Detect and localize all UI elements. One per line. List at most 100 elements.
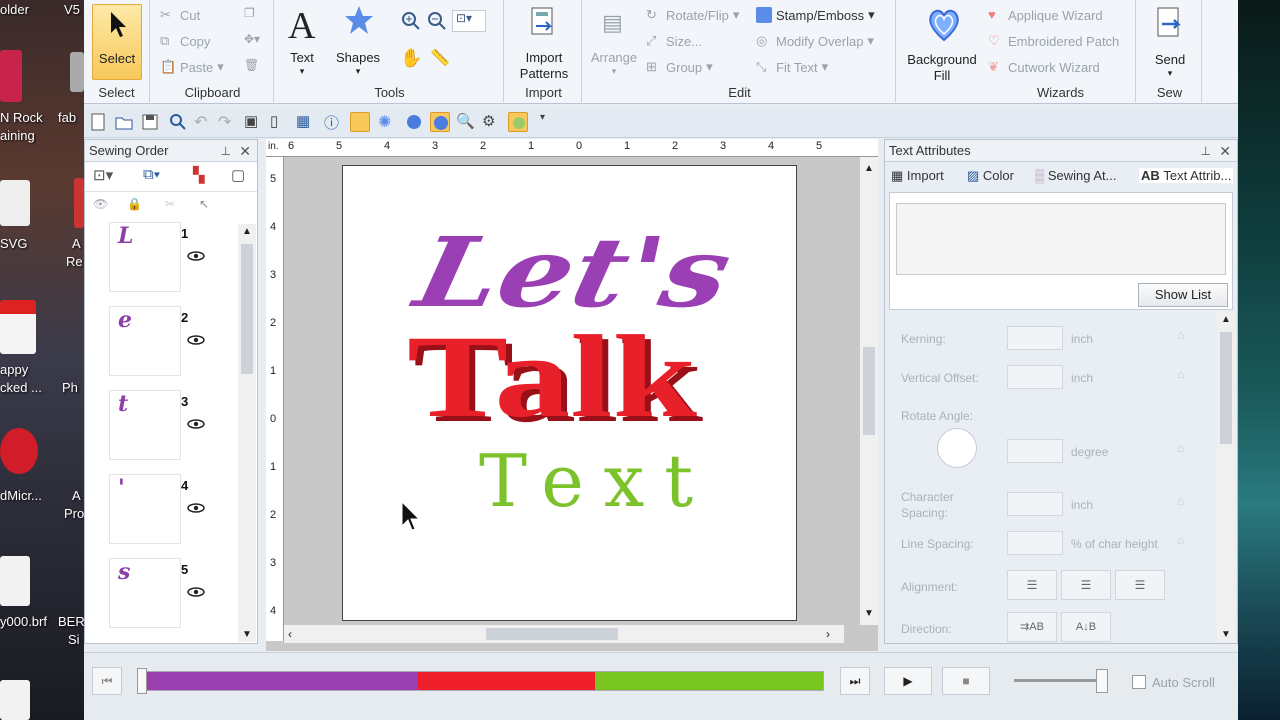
kerning-field[interactable] (1007, 326, 1063, 350)
import-patterns-button[interactable]: Import Patterns (510, 4, 578, 81)
hand-pan-icon[interactable]: ✋ (400, 48, 424, 72)
properties-icon[interactable]: ▦ (296, 112, 316, 132)
chevron-right-icon[interactable]: › (826, 627, 830, 641)
vertical-scrollbar[interactable]: ▲ ▼ (860, 157, 878, 625)
desktop-label[interactable]: A (72, 236, 81, 251)
sewing-order-thumbnail[interactable]: e (109, 306, 181, 376)
desktop-label[interactable]: Re (66, 254, 83, 269)
sort-icon[interactable]: ⧉▾ (143, 166, 160, 183)
desktop-label[interactable]: V5 (64, 2, 80, 17)
file-icon[interactable] (0, 50, 22, 102)
rotate-flip-button[interactable]: ↻ Rotate/Flip ▾ (646, 7, 739, 23)
undo-icon[interactable]: ↶ (194, 112, 214, 132)
visibility-eye-icon[interactable] (187, 334, 205, 345)
lock-icon[interactable]: 🔒 (127, 197, 142, 211)
desktop-label[interactable]: y000.brf (0, 614, 47, 629)
zoom-out-icon[interactable] (426, 10, 448, 32)
go-to-start-button[interactable]: ⏮ (92, 667, 122, 695)
color-sort-icon[interactable]: ▚ (193, 166, 205, 184)
scrollbar[interactable]: ▲ ▼ (238, 224, 256, 642)
text-tool-button[interactable]: A Text ▾ (282, 4, 322, 76)
eye-icon[interactable]: 👁 (93, 197, 108, 211)
new-file-icon[interactable] (88, 112, 108, 132)
file-icon[interactable] (0, 556, 30, 606)
svg-file-icon[interactable] (0, 180, 30, 226)
tab-color[interactable]: ▨ Color (967, 168, 1014, 184)
desktop-label[interactable]: A (72, 488, 81, 503)
line-spacing-field[interactable] (1007, 531, 1063, 555)
sewing-order-thumbnail[interactable]: s (109, 558, 181, 628)
progress-handle[interactable] (137, 668, 147, 694)
desktop-label[interactable]: SVG (0, 236, 27, 251)
fit-text-button[interactable]: ⤡ Fit Text ▾ (756, 59, 828, 75)
scrollbar[interactable]: ▲ ▼ (1217, 312, 1235, 642)
embroidery-page[interactable]: Let's Talk Talk Text (342, 165, 797, 621)
select-button[interactable]: Select (92, 4, 142, 80)
chevron-down-icon[interactable]: ▼ (1221, 629, 1231, 640)
zoom-fit-dropdown[interactable]: ⊡▾ (452, 10, 486, 32)
desktop-label[interactable]: Pro (64, 506, 84, 521)
character-spacing-field[interactable] (1007, 492, 1063, 516)
send-button[interactable]: Send ▾ (1142, 4, 1198, 78)
home-icon[interactable]: ⌂ (1177, 494, 1184, 508)
save-icon[interactable] (140, 112, 160, 132)
horizontal-scrollbar[interactable]: ‹ › (284, 625, 844, 643)
delete-icon[interactable]: 🗑 (244, 58, 259, 72)
applique-wizard-button[interactable]: ♥ Applique Wizard (988, 7, 1103, 23)
desktop-label[interactable]: Si (68, 632, 80, 647)
page-icon[interactable]: ▯ (270, 112, 290, 132)
shapes-tool-button[interactable]: Shapes ▾ (330, 4, 386, 76)
show-list-button[interactable]: Show List (1138, 283, 1228, 307)
rotate-angle-field[interactable] (1007, 439, 1063, 463)
cursor-icon[interactable]: ↖ (199, 197, 209, 211)
zoom-icon[interactable] (168, 112, 188, 132)
design-settings-icon[interactable]: ▣ (244, 112, 264, 132)
realistic-view-icon[interactable] (404, 112, 424, 132)
tab-text-attributes[interactable]: AB Text Attrib... (1139, 168, 1234, 183)
cut-button[interactable]: ✂ Cut (160, 7, 200, 23)
paste-button[interactable]: 📋 Paste ▾ (160, 59, 224, 75)
embroidered-patch-button[interactable]: ♡ Embroidered Patch (988, 33, 1119, 49)
desktop-label[interactable]: fab (58, 110, 76, 125)
scrollbar-thumb[interactable] (863, 347, 875, 435)
visibility-eye-icon[interactable] (187, 586, 205, 597)
visibility-eye-icon[interactable] (187, 502, 205, 513)
cut-disabled-icon[interactable]: ✂ (165, 197, 175, 211)
chevron-up-icon[interactable]: ▲ (1221, 314, 1231, 325)
close-icon[interactable]: ✕ (1219, 140, 1231, 162)
chevron-up-icon[interactable]: ▲ (864, 163, 874, 174)
stamp-emboss-button[interactable]: Stamp/Emboss ▾ (756, 7, 875, 23)
redo-icon[interactable]: ↷ (218, 112, 238, 132)
direction-vertical-button[interactable]: A↓B (1061, 612, 1111, 642)
open-folder-icon[interactable] (114, 112, 134, 132)
align-left-button[interactable]: ☰ (1007, 570, 1057, 600)
chevron-down-icon[interactable]: ▼ (864, 608, 874, 619)
arrange-button[interactable]: ▤ Arrange ▾ (588, 4, 640, 76)
desktop-label[interactable]: aining (0, 128, 35, 143)
measure-icon[interactable]: 📏 (430, 48, 454, 72)
pdf-icon[interactable] (0, 300, 36, 354)
file-icon[interactable] (70, 52, 84, 92)
desktop-label[interactable]: dMicr... (0, 488, 42, 503)
vertical-offset-field[interactable] (1007, 365, 1063, 389)
design-text-talk[interactable]: Talk (407, 311, 697, 442)
close-icon[interactable]: ✕ (239, 140, 251, 162)
stop-button[interactable]: ■ (942, 667, 990, 695)
zoom-in-icon[interactable] (400, 10, 422, 32)
help-icon[interactable]: ⓘ (324, 112, 344, 132)
sewing-order-thumbnail[interactable]: t (109, 390, 181, 460)
file-icon[interactable] (0, 680, 30, 720)
design-text-text[interactable]: Text (479, 439, 713, 523)
customize-toolbar-icon[interactable]: ▾ (540, 112, 560, 132)
file-icon[interactable] (74, 178, 84, 228)
scrollbar-thumb[interactable] (486, 628, 618, 640)
app-icon[interactable] (0, 428, 38, 474)
stitch-progress-bar[interactable] (137, 668, 824, 694)
home-icon[interactable]: ⌂ (1177, 367, 1184, 381)
rotate-dial[interactable] (937, 428, 977, 468)
chevron-up-icon[interactable]: ▲ (242, 226, 252, 237)
frame-icon[interactable]: ▢ (231, 166, 245, 184)
sewing-order-thumbnail[interactable]: L (109, 222, 181, 292)
copy-button[interactable]: ⧉ Copy (160, 33, 210, 49)
tab-import[interactable]: ▦ Import (891, 168, 944, 184)
